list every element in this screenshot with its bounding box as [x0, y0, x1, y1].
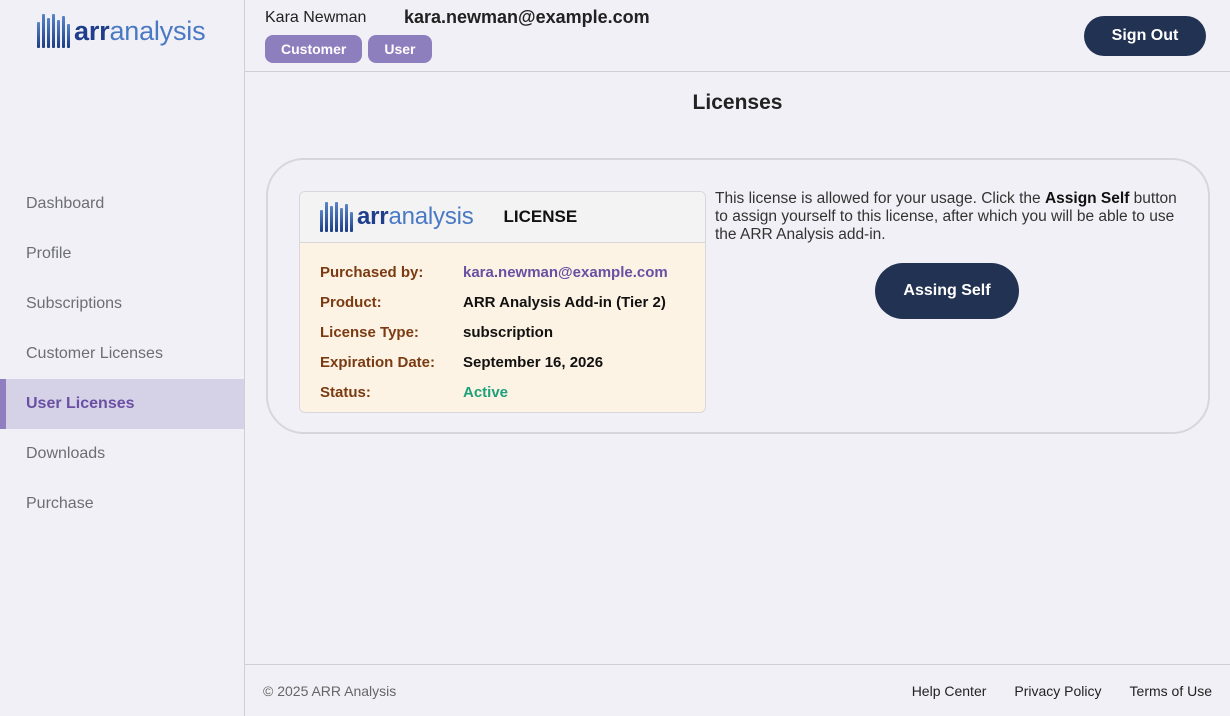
- user-email: kara.newman@example.com: [404, 7, 650, 27]
- assign-self-button[interactable]: Assing Self: [875, 263, 1019, 319]
- role-badge-user: User: [368, 35, 432, 63]
- copyright: © 2025 ARR Analysis: [263, 682, 397, 699]
- field-value: subscription: [463, 323, 554, 341]
- license-field-expiration: Expiration Date: September 16, 2026: [320, 347, 705, 377]
- license-card: arranalysis LICENSE Purchased by: kara.n…: [299, 191, 706, 413]
- logo-bars-icon: [37, 14, 70, 48]
- field-label: Purchased by:: [320, 263, 424, 281]
- card-logo-text: arranalysis: [357, 203, 474, 230]
- sidebar-item-profile[interactable]: Profile: [0, 229, 244, 279]
- license-card-title: LICENSE: [503, 207, 578, 226]
- privacy-policy-link[interactable]: Privacy Policy: [1014, 683, 1101, 699]
- sidebar: arranalysis Dashboard Profile Subscripti…: [0, 0, 245, 716]
- field-value: kara.newman@example.com: [463, 263, 668, 281]
- sidebar-item-dashboard[interactable]: Dashboard: [0, 179, 244, 229]
- license-card-header: arranalysis LICENSE: [300, 192, 705, 243]
- footer: © 2025 ARR Analysis Help Center Privacy …: [245, 664, 1230, 716]
- license-field-purchased-by: Purchased by: kara.newman@example.com: [320, 257, 705, 287]
- field-label: Product:: [320, 293, 382, 311]
- terms-of-use-link[interactable]: Terms of Use: [1130, 683, 1212, 699]
- license-field-product: Product: ARR Analysis Add-in (Tier 2): [320, 287, 705, 317]
- logo-bars-icon: [320, 202, 353, 232]
- sidebar-item-subscriptions[interactable]: Subscriptions: [0, 279, 244, 329]
- sidebar-item-downloads[interactable]: Downloads: [0, 429, 244, 479]
- license-details: Purchased by: kara.newman@example.com Pr…: [300, 243, 705, 407]
- role-badges: Customer User: [265, 35, 432, 63]
- license-field-status: Status: Active: [320, 377, 705, 407]
- user-name: Kara Newman: [265, 9, 367, 26]
- help-center-link[interactable]: Help Center: [912, 683, 987, 699]
- brand-logo[interactable]: arranalysis: [37, 14, 206, 48]
- field-label: Status:: [320, 383, 371, 401]
- page-title: Licenses: [692, 91, 783, 114]
- footer-links: Help Center Privacy Policy Terms of Use: [912, 683, 1212, 699]
- license-panel: arranalysis LICENSE Purchased by: kara.n…: [266, 158, 1210, 434]
- field-label: License Type:: [320, 323, 419, 341]
- field-value: September 16, 2026: [463, 353, 604, 371]
- role-badge-customer: Customer: [265, 35, 363, 63]
- field-label: Expiration Date:: [320, 353, 436, 371]
- sidebar-nav: Dashboard Profile Subscriptions Customer…: [0, 179, 244, 529]
- logo-text: arranalysis: [74, 15, 206, 46]
- license-description: This license is allowed for your usage. …: [715, 190, 1177, 243]
- top-header: Kara Newman kara.newman@example.com Cust…: [245, 0, 1230, 72]
- field-value: ARR Analysis Add-in (Tier 2): [463, 293, 666, 311]
- sign-out-button[interactable]: Sign Out: [1084, 16, 1206, 56]
- sidebar-item-customer-licenses[interactable]: Customer Licenses: [0, 329, 244, 379]
- sidebar-item-purchase[interactable]: Purchase: [0, 479, 244, 529]
- status-badge: Active: [463, 383, 509, 401]
- license-field-type: License Type: subscription: [320, 317, 705, 347]
- sidebar-item-user-licenses[interactable]: User Licenses: [0, 379, 244, 429]
